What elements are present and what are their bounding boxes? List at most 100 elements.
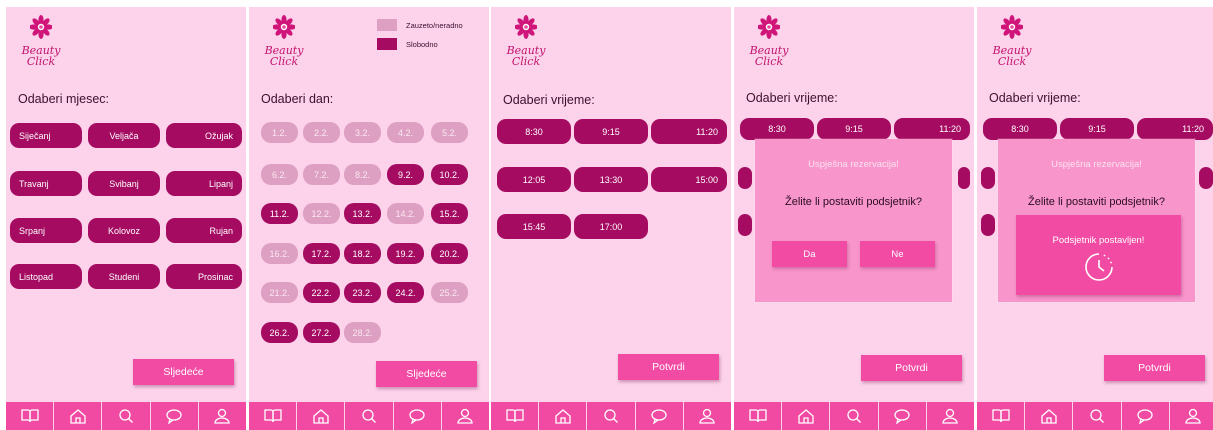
bottom-nav bbox=[734, 402, 974, 430]
time-slot-button[interactable]: 8:30 bbox=[740, 118, 814, 140]
day-button[interactable]: 20.2. bbox=[431, 243, 468, 264]
day-button[interactable]: 26.2. bbox=[261, 322, 298, 343]
time-slot-button[interactable]: 13:30 bbox=[574, 167, 648, 192]
user-icon[interactable] bbox=[199, 402, 246, 430]
yes-button[interactable]: Da bbox=[772, 241, 847, 267]
day-button[interactable]: 9.2. bbox=[387, 164, 424, 185]
page-heading: Odaberi vrijeme: bbox=[503, 93, 595, 107]
no-button[interactable]: Ne bbox=[860, 241, 935, 267]
bottom-nav bbox=[491, 402, 731, 430]
search-icon[interactable] bbox=[345, 402, 394, 430]
dialog-question: Želite li postaviti podsjetnik? bbox=[1028, 196, 1165, 208]
screen-month-select: Beauty Click Odaberi mjesec: Siječanj Vel… bbox=[6, 7, 246, 430]
home-icon[interactable] bbox=[297, 402, 346, 430]
chat-icon[interactable] bbox=[879, 402, 927, 430]
day-button: 16.2. bbox=[261, 243, 298, 264]
time-slot-button-partial bbox=[738, 214, 752, 236]
month-button[interactable]: Lipanj bbox=[166, 171, 242, 196]
beauty-click-logo: Beauty Click bbox=[259, 15, 319, 77]
home-icon[interactable] bbox=[1025, 402, 1074, 430]
time-slot-button[interactable]: 9:15 bbox=[574, 119, 648, 144]
screen-time-select: Beauty Click Odaberi vrijeme: 8:30 9:15 1… bbox=[491, 7, 731, 430]
dialog-title: Uspješna rezervacija! bbox=[808, 159, 899, 170]
search-icon[interactable] bbox=[102, 402, 151, 430]
month-button[interactable]: Siječanj bbox=[10, 123, 82, 148]
logo-text-2: Click bbox=[511, 55, 541, 68]
book-icon[interactable] bbox=[977, 402, 1026, 430]
day-button[interactable]: 24.2. bbox=[387, 282, 424, 303]
time-slot-button-partial bbox=[981, 214, 995, 236]
book-icon[interactable] bbox=[6, 402, 55, 430]
home-icon[interactable] bbox=[782, 402, 831, 430]
month-button[interactable]: Srpanj bbox=[10, 218, 82, 243]
day-button[interactable]: 22.2. bbox=[303, 282, 340, 303]
day-button: 5.2. bbox=[431, 122, 468, 143]
legend-swatch-free bbox=[377, 38, 397, 50]
month-button[interactable]: Veljača bbox=[88, 123, 160, 148]
month-button[interactable]: Travanj bbox=[10, 171, 82, 196]
month-button[interactable]: Ožujak bbox=[166, 123, 242, 148]
day-button[interactable]: 23.2. bbox=[344, 282, 381, 303]
day-button[interactable]: 10.2. bbox=[431, 164, 468, 185]
search-icon[interactable] bbox=[587, 402, 636, 430]
day-button: 25.2. bbox=[431, 282, 468, 303]
day-button[interactable]: 13.2. bbox=[344, 203, 381, 224]
user-icon[interactable] bbox=[1170, 402, 1213, 430]
time-slot-button[interactable]: 11:20 bbox=[1137, 118, 1213, 140]
next-button[interactable]: Sljedeće bbox=[376, 361, 477, 387]
reservation-dialog: Uspješna rezervacija! Želite li postavit… bbox=[755, 139, 952, 302]
day-button[interactable]: 15.2. bbox=[431, 203, 468, 224]
time-slot-button[interactable]: 17:00 bbox=[574, 214, 648, 239]
month-button[interactable]: Kolovoz bbox=[88, 218, 160, 243]
time-slot-button[interactable]: 12:05 bbox=[497, 167, 571, 192]
month-button[interactable]: Studeni bbox=[88, 264, 160, 289]
time-slot-button[interactable]: 15:00 bbox=[651, 167, 727, 192]
day-button: 6.2. bbox=[261, 164, 298, 185]
search-icon[interactable] bbox=[830, 402, 879, 430]
clock-icon bbox=[1085, 253, 1113, 281]
time-slot-button[interactable]: 9:15 bbox=[817, 118, 891, 140]
month-button[interactable]: Svibanj bbox=[88, 171, 160, 196]
confirm-button[interactable]: Potvrdi bbox=[861, 355, 962, 381]
book-icon[interactable] bbox=[249, 402, 298, 430]
day-button[interactable]: 11.2. bbox=[261, 203, 298, 224]
time-slot-button[interactable]: 9:15 bbox=[1060, 118, 1134, 140]
time-slot-button[interactable]: 8:30 bbox=[983, 118, 1057, 140]
chat-icon[interactable] bbox=[636, 402, 684, 430]
home-icon[interactable] bbox=[54, 402, 103, 430]
search-icon[interactable] bbox=[1073, 402, 1122, 430]
day-button[interactable]: 19.2. bbox=[387, 243, 424, 264]
book-icon[interactable] bbox=[734, 402, 783, 430]
day-button[interactable]: 27.2. bbox=[303, 322, 340, 343]
book-icon[interactable] bbox=[491, 402, 540, 430]
flower-icon bbox=[30, 15, 52, 39]
day-button: 28.2. bbox=[344, 322, 381, 343]
confirm-button[interactable]: Potvrdi bbox=[618, 354, 719, 380]
dialog-title: Uspješna rezervacija! bbox=[1051, 159, 1142, 170]
day-button[interactable]: 18.2. bbox=[344, 243, 381, 264]
page-heading: Odaberi vrijeme: bbox=[746, 91, 838, 105]
chat-icon[interactable] bbox=[1122, 402, 1170, 430]
legend-swatch-busy bbox=[377, 19, 397, 31]
time-slot-button[interactable]: 11:20 bbox=[894, 118, 970, 140]
home-icon[interactable] bbox=[539, 402, 588, 430]
bottom-nav bbox=[977, 402, 1213, 430]
time-slot-button-partial bbox=[738, 167, 752, 189]
user-icon[interactable] bbox=[442, 402, 489, 430]
day-button: 21.2. bbox=[261, 282, 298, 303]
month-button[interactable]: Prosinac bbox=[166, 264, 242, 289]
next-button[interactable]: Sljedeće bbox=[133, 359, 234, 385]
user-icon[interactable] bbox=[927, 402, 974, 430]
time-slot-button[interactable]: 8:30 bbox=[497, 119, 571, 144]
day-button[interactable]: 17.2. bbox=[303, 243, 340, 264]
flower-icon bbox=[515, 15, 537, 39]
month-button[interactable]: Listopad bbox=[10, 264, 82, 289]
user-icon[interactable] bbox=[684, 402, 731, 430]
time-slot-button[interactable]: 15:45 bbox=[497, 214, 571, 239]
day-button: 3.2. bbox=[344, 122, 381, 143]
month-button[interactable]: Rujan bbox=[166, 218, 242, 243]
time-slot-button[interactable]: 11:20 bbox=[651, 119, 727, 144]
confirm-button[interactable]: Potvrdi bbox=[1104, 355, 1205, 381]
chat-icon[interactable] bbox=[151, 402, 199, 430]
chat-icon[interactable] bbox=[394, 402, 442, 430]
